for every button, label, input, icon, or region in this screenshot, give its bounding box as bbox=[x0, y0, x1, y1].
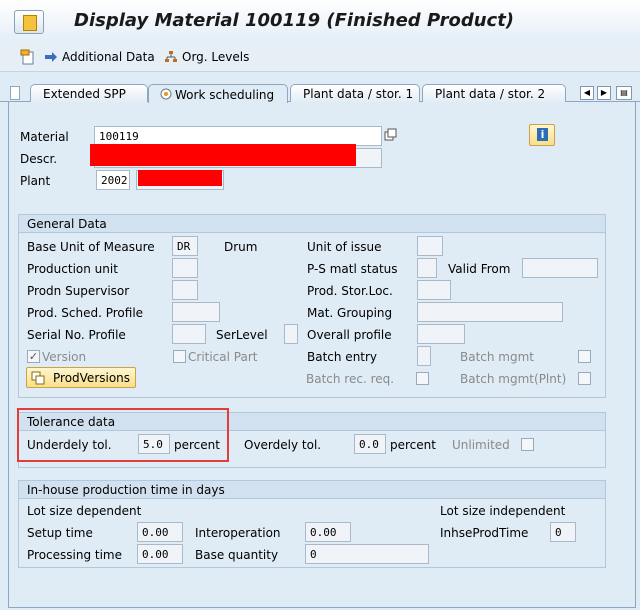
prodn-supervisor-label: Prodn Supervisor bbox=[27, 284, 130, 298]
tab-status-icon bbox=[159, 87, 173, 101]
tab-extended-spp[interactable]: Extended SPP bbox=[30, 84, 148, 102]
tab-work-scheduling[interactable]: Work scheduling bbox=[148, 84, 288, 103]
prod-stor-loc-field[interactable] bbox=[417, 280, 451, 300]
mat-grouping-label: Mat. Grouping bbox=[307, 306, 393, 320]
plant-field[interactable]: 2002 bbox=[96, 170, 130, 190]
base-uom-field[interactable]: DR bbox=[172, 236, 198, 256]
redacted-description bbox=[90, 144, 356, 166]
overdely-percent-label: percent bbox=[390, 438, 436, 452]
valid-from-field[interactable] bbox=[522, 258, 598, 278]
batch-entry-field[interactable] bbox=[417, 346, 431, 366]
ps-matl-status-label: P-S matl status bbox=[307, 262, 398, 276]
material-label: Material bbox=[20, 130, 69, 144]
inhouse-production-title: In-house production time in days bbox=[19, 481, 605, 499]
overall-profile-label: Overall profile bbox=[307, 328, 392, 342]
tab-prev-icon[interactable]: ◀ bbox=[580, 86, 594, 100]
processing-time-label: Processing time bbox=[27, 548, 123, 562]
ps-matl-status-field[interactable] bbox=[417, 258, 437, 278]
critical-part-checkbox[interactable] bbox=[173, 350, 186, 363]
underdely-percent-label: percent bbox=[174, 438, 220, 452]
batch-mgmt-label: Batch mgmt bbox=[460, 350, 535, 364]
setup-time-field[interactable]: 0.00 bbox=[137, 522, 183, 542]
descr-label: Descr. bbox=[20, 152, 58, 166]
critical-part-label: Critical Part bbox=[188, 350, 258, 364]
batch-rec-req-label: Batch rec. req. bbox=[306, 372, 395, 386]
app-menu-icon[interactable] bbox=[14, 10, 44, 34]
unit-of-issue-label: Unit of issue bbox=[307, 240, 382, 254]
org-structure-icon bbox=[164, 50, 178, 64]
setup-time-label: Setup time bbox=[27, 526, 93, 540]
tolerance-highlight-box bbox=[17, 408, 229, 462]
serlevel-label: SerLevel bbox=[216, 328, 268, 342]
org-levels-button[interactable]: Org. Levels bbox=[164, 48, 249, 66]
production-unit-field[interactable] bbox=[172, 258, 198, 278]
base-uom-label: Base Unit of Measure bbox=[27, 240, 155, 254]
copy-icon[interactable] bbox=[384, 128, 398, 142]
unlimited-label: Unlimited bbox=[452, 438, 510, 452]
material-field[interactable]: 100119 bbox=[94, 126, 382, 146]
overdely-tol-label: Overdely tol. bbox=[244, 438, 322, 452]
serlevel-field[interactable] bbox=[284, 324, 298, 344]
info-button[interactable]: i bbox=[529, 124, 555, 146]
batch-mgmt-plnt-checkbox[interactable] bbox=[578, 372, 591, 385]
lot-size-dependent-label: Lot size dependent bbox=[27, 504, 142, 518]
production-unit-label: Production unit bbox=[27, 262, 118, 276]
inhseprodtime-label: InhseProdTime bbox=[440, 526, 529, 540]
batch-mgmt-plnt-label: Batch mgmt(Plnt) bbox=[460, 372, 567, 386]
interoperation-field[interactable]: 0.00 bbox=[305, 522, 351, 542]
tab-list-icon[interactable]: ▤ bbox=[616, 86, 632, 100]
prodversions-button[interactable]: ProdVersions bbox=[26, 367, 136, 388]
mat-grouping-field[interactable] bbox=[417, 302, 563, 322]
new-entries-icon[interactable] bbox=[20, 49, 36, 65]
prod-sched-profile-field[interactable] bbox=[172, 302, 220, 322]
tab-plant-data-stor-2[interactable]: Plant data / stor. 2 bbox=[422, 84, 566, 102]
additional-data-button[interactable]: Additional Data bbox=[44, 48, 155, 66]
unit-of-issue-field[interactable] bbox=[417, 236, 443, 256]
overdely-tol-field[interactable]: 0.0 bbox=[354, 434, 386, 454]
unlimited-checkbox[interactable] bbox=[521, 438, 534, 451]
processing-time-field[interactable]: 0.00 bbox=[137, 544, 183, 564]
underdely-tol-field[interactable]: 5.0 bbox=[138, 434, 170, 454]
base-quantity-field[interactable]: 0 bbox=[305, 544, 429, 564]
valid-from-label: Valid From bbox=[448, 262, 511, 276]
batch-rec-req-checkbox[interactable] bbox=[416, 372, 429, 385]
tab-plant-data-stor-1[interactable]: Plant data / stor. 1 bbox=[290, 84, 420, 102]
serial-no-profile-field[interactable] bbox=[172, 324, 206, 344]
prodversions-icon bbox=[31, 371, 45, 385]
lot-size-independent-label: Lot size independent bbox=[440, 504, 566, 518]
base-quantity-label: Base quantity bbox=[195, 548, 279, 562]
arrow-right-icon bbox=[44, 50, 58, 64]
interoperation-label: Interoperation bbox=[195, 526, 281, 540]
serial-no-profile-label: Serial No. Profile bbox=[27, 328, 126, 342]
redacted-plant-name bbox=[138, 170, 222, 186]
underdely-tol-label: Underdely tol. bbox=[27, 438, 112, 452]
prod-stor-loc-label: Prod. Stor.Loc. bbox=[307, 284, 393, 298]
version-label: Version bbox=[42, 350, 87, 364]
batch-entry-label: Batch entry bbox=[307, 350, 378, 364]
base-uom-text: Drum bbox=[224, 240, 258, 254]
info-icon: i bbox=[537, 128, 548, 141]
version-checkbox[interactable]: ✓ bbox=[27, 350, 40, 363]
inhseprodtime-field[interactable]: 0 bbox=[550, 522, 576, 542]
tab-next-icon[interactable]: ▶ bbox=[597, 86, 611, 100]
prod-sched-profile-label: Prod. Sched. Profile bbox=[27, 306, 144, 320]
tab-scroll-left-icon[interactable] bbox=[10, 86, 20, 100]
prodn-supervisor-field[interactable] bbox=[172, 280, 198, 300]
plant-label: Plant bbox=[20, 174, 51, 188]
batch-mgmt-checkbox[interactable] bbox=[578, 350, 591, 363]
overall-profile-field[interactable] bbox=[417, 324, 465, 344]
window-title: Display Material 100119 (Finished Produc… bbox=[74, 10, 515, 31]
general-data-title: General Data bbox=[19, 215, 605, 233]
